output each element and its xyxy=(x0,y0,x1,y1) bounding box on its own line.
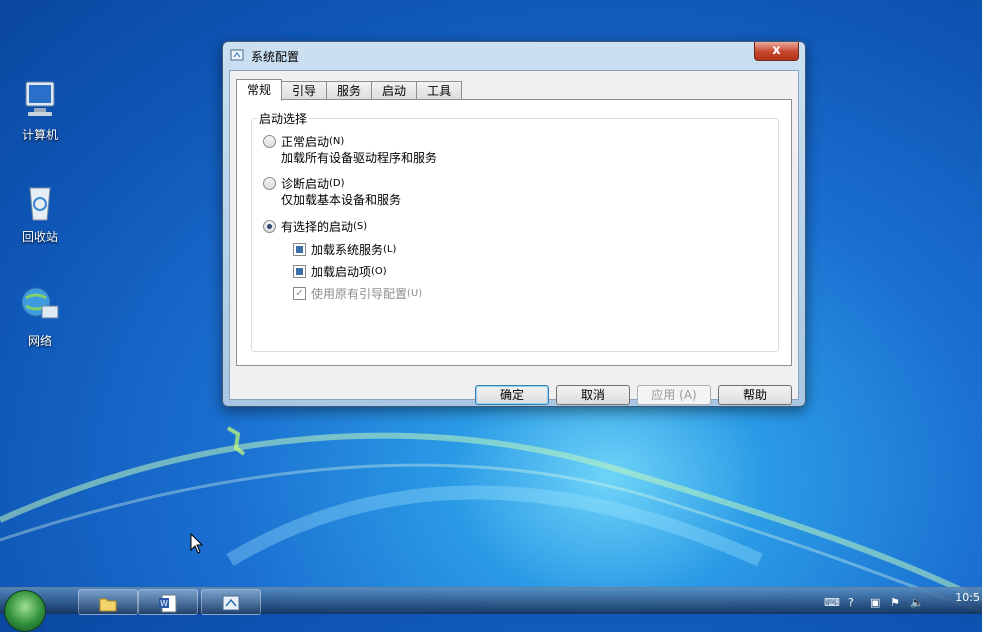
radio-selective-hotkey: (S) xyxy=(353,221,368,232)
desktop-recycle-bin-label: 回收站 xyxy=(21,230,58,244)
svg-text:W: W xyxy=(160,599,168,608)
radio-normal-label: 正常启动 xyxy=(281,135,330,149)
radio-diagnostic-startup[interactable]: 诊断启动 (D) xyxy=(263,175,345,192)
dialog-title: 系统配置 xyxy=(251,50,300,64)
ok-button[interactable]: 确定 xyxy=(475,385,549,405)
checkbox-services-label: 加载系统服务 xyxy=(311,243,384,257)
checkbox-load-system-services[interactable]: 加载系统服务 (L) xyxy=(293,241,396,258)
taskbar-explorer[interactable] xyxy=(78,589,138,615)
taskbar-msconfig[interactable] xyxy=(201,589,261,615)
checkbox-indeterminate[interactable] xyxy=(293,265,306,278)
network-tray-icon[interactable]: ▣ xyxy=(870,596,880,609)
word-icon: W xyxy=(158,593,178,613)
keyboard-icon[interactable]: ⌨ xyxy=(824,596,840,609)
radio-diagnostic-label: 诊断启动 xyxy=(281,177,330,191)
recycle-bin-icon xyxy=(18,180,62,224)
taskbar-clock[interactable]: 10:5 xyxy=(955,591,980,604)
checkbox-indeterminate[interactable] xyxy=(293,243,306,256)
dialog-titlebar[interactable]: 系统配置 x xyxy=(223,42,805,70)
close-icon: x xyxy=(772,43,781,58)
help-button[interactable]: 帮助 xyxy=(718,385,792,405)
checkbox-boot-label: 使用原有引导配置 xyxy=(311,287,408,301)
radio-selective-startup[interactable]: 有选择的启动 (S) xyxy=(263,218,367,235)
radio-normal-hotkey: (N) xyxy=(329,136,345,147)
radio-diagnostic-description: 仅加载基本设备和服务 xyxy=(281,193,402,207)
desktop-computer-label: 计算机 xyxy=(21,128,58,142)
group-label: 启动选择 xyxy=(257,110,310,127)
radio-button[interactable] xyxy=(263,177,276,190)
desktop-computer[interactable]: 计算机 xyxy=(10,78,70,143)
tab-general[interactable]: 常规 xyxy=(236,79,283,101)
msconfig-icon xyxy=(221,593,241,613)
tab-services[interactable]: 服务 xyxy=(326,81,373,100)
folder-icon xyxy=(98,593,118,613)
radio-normal-description: 加载所有设备驱动程序和服务 xyxy=(281,151,438,165)
checkbox-load-startup-items[interactable]: 加载启动项 (O) xyxy=(293,263,387,280)
radio-diagnostic-hotkey: (D) xyxy=(329,178,345,189)
tab-page-general: 启动选择 正常启动 (N) 加载所有设备驱动程序和服务 诊断启动 (D) 仅加载… xyxy=(236,99,792,366)
radio-selective-label: 有选择的启动 xyxy=(281,220,354,234)
msconfig-icon xyxy=(230,48,244,62)
close-button[interactable]: x xyxy=(754,42,799,61)
radio-button-selected[interactable] xyxy=(263,220,276,233)
tab-startup[interactable]: 启动 xyxy=(371,81,418,100)
tab-bar: 常规 引导 服务 启动 工具 xyxy=(236,79,463,101)
taskbar-word[interactable]: W xyxy=(138,589,198,615)
radio-button[interactable] xyxy=(263,135,276,148)
network-icon xyxy=(18,284,62,328)
tab-tools[interactable]: 工具 xyxy=(416,81,463,100)
checkbox-use-original-boot[interactable]: ✓ 使用原有引导配置 (U) xyxy=(293,285,422,302)
cancel-button[interactable]: 取消 xyxy=(556,385,630,405)
checkbox-boot-hotkey: (U) xyxy=(407,288,423,299)
apply-button[interactable]: 应用 (A) xyxy=(637,385,711,405)
dialog-client: 常规 引导 服务 启动 工具 启动选择 正常启动 (N) 加载所有设备驱动程序和… xyxy=(229,70,799,400)
volume-icon[interactable]: 🔈 xyxy=(910,596,924,609)
checkbox-startup-label: 加载启动项 xyxy=(311,265,372,279)
checkbox-startup-hotkey: (O) xyxy=(371,266,387,277)
help-tray-icon[interactable]: ? xyxy=(848,596,854,609)
radio-normal-startup[interactable]: 正常启动 (N) xyxy=(263,133,344,150)
checkbox-checked-disabled[interactable]: ✓ xyxy=(293,287,306,300)
desktop-network-label: 网络 xyxy=(27,334,52,348)
mouse-cursor-icon xyxy=(190,532,204,558)
flag-icon[interactable]: ⚑ xyxy=(890,596,900,609)
start-button[interactable] xyxy=(4,590,46,632)
desktop-recycle-bin[interactable]: 回收站 xyxy=(10,180,70,245)
computer-icon xyxy=(18,78,62,122)
desktop-network[interactable]: 网络 xyxy=(10,284,70,349)
system-config-dialog: 系统配置 x 常规 引导 服务 启动 工具 启动选择 正常启动 (N) 加载所有… xyxy=(222,41,806,407)
checkbox-services-hotkey: (L) xyxy=(383,244,397,255)
tab-boot[interactable]: 引导 xyxy=(281,81,328,100)
